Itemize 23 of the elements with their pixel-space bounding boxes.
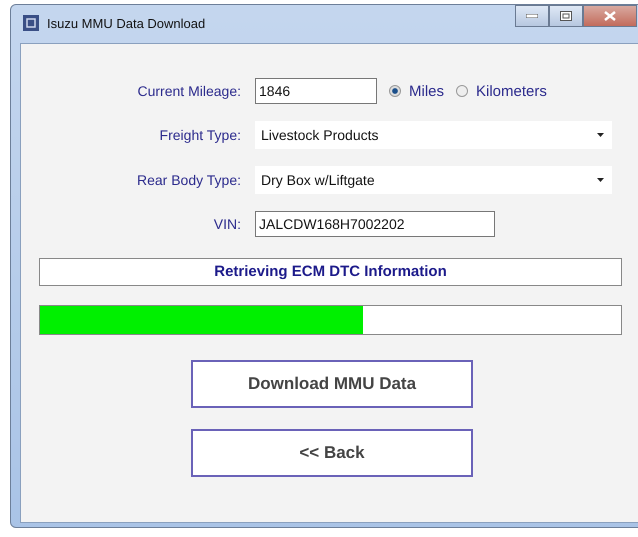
vin-field[interactable]: JALCDW168H7002202 bbox=[255, 211, 495, 237]
status-message: Retrieving ECM DTC Information bbox=[39, 258, 622, 286]
field-label: Freight Type: bbox=[158, 127, 242, 143]
close-button[interactable] bbox=[583, 5, 637, 27]
window-title: Isuzu MMU Data Download bbox=[47, 16, 206, 30]
maximize-button[interactable] bbox=[549, 5, 583, 27]
dropdown-arrow-icon bbox=[597, 178, 604, 182]
download-button[interactable]: Download MMU Data bbox=[191, 360, 473, 408]
unit-radio[interactable]: Miles bbox=[389, 82, 444, 100]
field-label: Current Mileage: bbox=[136, 83, 242, 99]
minimize-button[interactable] bbox=[515, 5, 549, 27]
unit-radio[interactable]: Kilometers bbox=[456, 82, 547, 100]
maximize-icon bbox=[560, 11, 572, 21]
field-label: VIN: bbox=[212, 216, 242, 232]
dropdown-arrow-icon bbox=[597, 133, 604, 137]
close-icon bbox=[604, 11, 616, 21]
dropdown[interactable]: Dry Box w/Liftgate bbox=[255, 166, 612, 194]
minimize-icon bbox=[526, 14, 538, 18]
app-icon bbox=[23, 15, 39, 31]
dropdown[interactable]: Livestock Products bbox=[255, 121, 612, 149]
mileage-field[interactable]: 1846 bbox=[255, 78, 377, 104]
field-label: Rear Body Type: bbox=[136, 172, 242, 188]
back-button[interactable]: << Back bbox=[191, 429, 473, 477]
